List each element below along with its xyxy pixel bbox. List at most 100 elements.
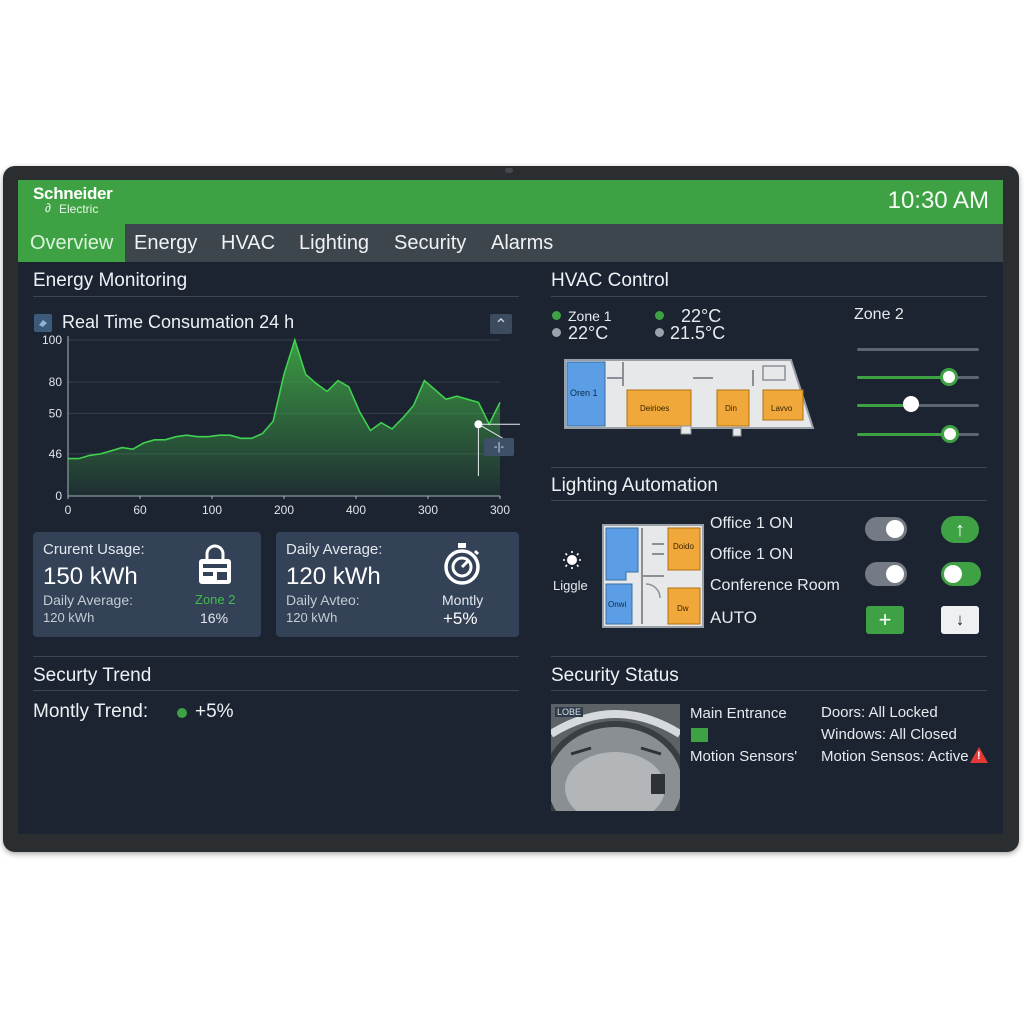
stopwatch-icon — [442, 542, 482, 586]
tab-bar: Overview Energy HVAC Lighting Security A… — [18, 224, 1003, 262]
hvac-slider-knob[interactable] — [939, 368, 958, 386]
windows-status: Windows: All Closed — [821, 726, 957, 743]
camera-notch — [505, 168, 513, 173]
hvac-slider-knob[interactable] — [940, 425, 959, 443]
room-label: Deirioes — [640, 404, 670, 413]
room-label: Din — [725, 404, 738, 413]
office1-toggle[interactable] — [865, 517, 907, 541]
leaf-icon: ∂ — [45, 201, 51, 215]
current-usage-card: Crurent Usage: 150 kWh Daily Average: 12… — [33, 532, 261, 637]
x-tick-label: 0 — [65, 503, 72, 517]
room-label: Dw — [677, 604, 689, 613]
alert-warning-icon[interactable]: ! — [969, 746, 989, 764]
top-bar: Schneider ∂ Electric 10:30 AM — [18, 180, 1003, 224]
lighting-floor-plan: Doido Onwi Dw — [602, 524, 704, 628]
clock: 10:30 AM — [887, 187, 989, 214]
hvac-slider-fill — [857, 376, 949, 379]
light-item-label: Office 1 ON — [710, 515, 794, 532]
toggle-knob — [886, 565, 904, 583]
card-label: Daily Average: — [286, 541, 383, 558]
divider — [551, 500, 987, 501]
plus-icon[interactable]: + — [866, 606, 904, 634]
energy-monitoring-title: Energy Monitoring — [33, 270, 188, 291]
toggle-knob — [886, 520, 904, 538]
marker-point — [474, 420, 483, 429]
area-fill — [68, 340, 500, 496]
daily-average-card: Daily Average: 120 kWh Daily Avteo: 120 … — [276, 532, 519, 637]
brand-sub: Electric — [59, 202, 99, 216]
x-tick-label: 400 — [346, 503, 366, 517]
doors-status: Doors: All Locked — [821, 704, 938, 721]
tab-lighting[interactable]: Lighting — [299, 224, 369, 262]
zone2-label: Zone 2 — [854, 306, 904, 323]
divider — [551, 690, 987, 691]
hvac-slider-knob[interactable] — [902, 396, 919, 412]
card-right-value: +5% — [443, 609, 478, 628]
hvac-slider-track[interactable] — [857, 348, 979, 351]
divider — [551, 656, 987, 657]
y-tick-label: 46 — [49, 447, 63, 461]
divider — [33, 656, 519, 657]
arrow-up-icon[interactable]: ↑ — [941, 516, 979, 543]
conference-toggle[interactable] — [865, 562, 907, 586]
divider — [551, 296, 987, 297]
zone1-temp-dot — [552, 328, 561, 337]
hvac-slider-fill — [857, 433, 950, 436]
actual-temp: 21.5°C — [670, 323, 726, 343]
brand-logo: Schneider ∂ Electric — [33, 185, 113, 216]
lock-icon — [195, 544, 235, 586]
room-label: Oren 1 — [570, 388, 598, 398]
zone1-label: Zone 1 — [568, 308, 612, 324]
room-label: Onwi — [608, 600, 627, 609]
light-item-label: Conference Room — [710, 577, 840, 594]
x-tick-label: 200 — [274, 503, 294, 517]
divider — [33, 296, 519, 297]
alert-glyph: ! — [977, 750, 981, 762]
toggle-knob — [944, 565, 962, 583]
auto-toggle[interactable] — [941, 562, 981, 586]
hvac-floor-plan: Oren 1 Deirioes Din Lavvo — [563, 358, 815, 438]
card-right-label: Montly — [442, 592, 484, 608]
actual-temp-dot — [655, 328, 664, 337]
card-value: 120 kWh — [286, 563, 381, 590]
y-tick-label: 50 — [49, 406, 63, 420]
main-entrance-label: Main Entrance — [690, 705, 787, 722]
arrow-down-icon[interactable]: ↓ — [941, 606, 979, 634]
tab-overview[interactable]: Overview — [18, 224, 126, 262]
tab-hvac[interactable]: HVAC — [221, 224, 275, 262]
security-camera-feed[interactable]: LOBE — [551, 704, 680, 811]
x-tick-label: 60 — [133, 503, 147, 517]
security-status-title: Security Status — [551, 665, 679, 686]
dashboard-screen: Schneider ∂ Electric 10:30 AM Overview E… — [18, 180, 1003, 834]
card-sub-label: Daily Avteo: — [286, 592, 360, 608]
y-tick-label: 80 — [49, 375, 63, 389]
tab-alarms[interactable]: Alarms — [491, 224, 553, 262]
y-tick-label: 0 — [55, 489, 62, 503]
motion-status: Motion Sensos: Active — [821, 748, 969, 765]
room-label: Doido — [673, 542, 694, 551]
zone1-temp: 22°C — [568, 323, 609, 343]
x-tick-label: 300 — [418, 503, 438, 517]
zone1-status-dot — [552, 311, 561, 320]
light-item-label: Office 1 ON — [710, 546, 794, 563]
trend-status-dot — [177, 708, 187, 718]
card-right-value: 16% — [200, 610, 229, 626]
monthly-trend-value: +5% — [195, 701, 234, 722]
card-sub-label: Daily Average: — [43, 592, 134, 608]
security-trend-title: Securty Trend — [33, 665, 152, 686]
card-sub-value: 120 kWh — [43, 610, 95, 625]
motion-sensors-label: Motion Sensors' — [690, 748, 798, 765]
divider — [551, 467, 987, 468]
divider — [33, 690, 519, 691]
monthly-trend-label: Montly Trend: — [33, 701, 149, 722]
light-item-label: AUTO — [710, 608, 757, 627]
camera-label: LOBE — [555, 707, 584, 717]
tab-security[interactable]: Security — [394, 224, 466, 262]
energy-chart: 0 46 50 80 100 0 60 100 200 400 300 300 — [42, 333, 520, 517]
card-right-label: Zone 2 — [195, 592, 236, 607]
x-tick-label: 300 — [490, 503, 510, 517]
tab-energy[interactable]: Energy — [134, 224, 197, 262]
setpoint-dot — [655, 311, 664, 320]
card-sub-value: 120 kWh — [286, 610, 338, 625]
card-value: 150 kWh — [43, 563, 138, 590]
